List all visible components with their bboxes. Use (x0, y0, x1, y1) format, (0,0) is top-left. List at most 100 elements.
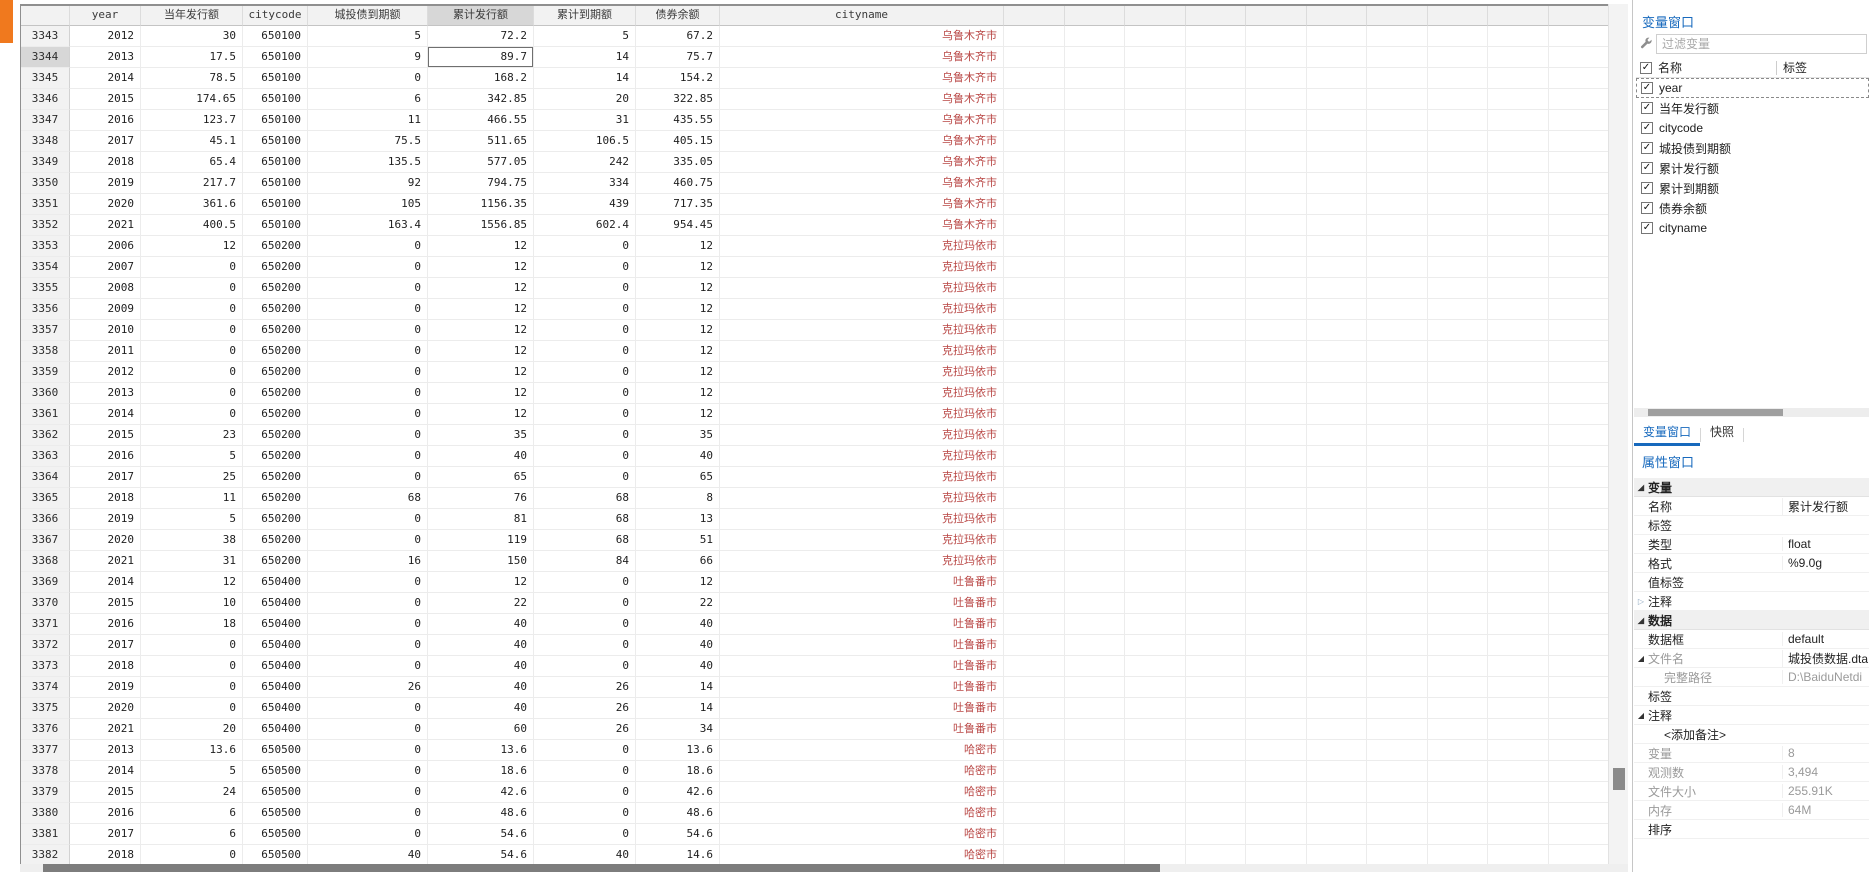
cell[interactable]: 650100 (243, 68, 308, 89)
property-row[interactable]: ◢ 注释 (1634, 706, 1869, 725)
select-all-checkbox[interactable]: ✓ (1640, 61, 1652, 74)
variable-checkbox[interactable]: ✓ (1641, 202, 1653, 214)
cell[interactable]: 0 (534, 572, 636, 593)
variables-hscrollbar[interactable] (1634, 408, 1869, 417)
cell[interactable]: 0 (308, 635, 428, 656)
cell[interactable]: 66 (636, 551, 720, 572)
cell[interactable]: 12 (636, 278, 720, 299)
property-row[interactable]: ▷ 注释 (1634, 592, 1869, 611)
cell[interactable]: 16 (308, 551, 428, 572)
cell[interactable]: 40 (636, 614, 720, 635)
cell[interactable]: 322.85 (636, 89, 720, 110)
cell[interactable]: 650100 (243, 89, 308, 110)
cell[interactable]: 乌鲁木齐市 (720, 194, 1004, 215)
cell[interactable]: 0 (308, 257, 428, 278)
cell[interactable]: 1556.85 (428, 215, 534, 236)
cell[interactable]: 17.5 (141, 47, 243, 68)
variable-checkbox[interactable]: ✓ (1641, 102, 1653, 114)
cell[interactable]: 0 (534, 614, 636, 635)
cell[interactable]: 乌鲁木齐市 (720, 68, 1004, 89)
cell[interactable]: 克拉玛依市 (720, 509, 1004, 530)
cell[interactable]: 0 (308, 68, 428, 89)
cell[interactable]: 24 (141, 782, 243, 803)
variable-item-城投债到期额[interactable]: ✓ 城投债到期额 (1636, 138, 1869, 158)
cell[interactable]: 650100 (243, 194, 308, 215)
cell[interactable]: 361.6 (141, 194, 243, 215)
cell[interactable]: 35 (428, 425, 534, 446)
row-header[interactable]: 3349 (21, 152, 70, 173)
row-header[interactable]: 3344 (21, 47, 70, 68)
cell[interactable]: 0 (141, 677, 243, 698)
cell[interactable]: 650500 (243, 782, 308, 803)
cell[interactable]: 650100 (243, 47, 308, 68)
cell[interactable]: 2018 (70, 845, 141, 866)
panel-splitter[interactable] (1632, 0, 1633, 872)
cell[interactable]: 0 (141, 341, 243, 362)
cell[interactable]: 0 (534, 467, 636, 488)
cell[interactable]: 乌鲁木齐市 (720, 47, 1004, 68)
corner-header-cell[interactable] (21, 6, 70, 26)
cell[interactable]: 460.75 (636, 173, 720, 194)
cell[interactable]: 650200 (243, 278, 308, 299)
cell[interactable]: 650400 (243, 614, 308, 635)
cell[interactable]: 2017 (70, 131, 141, 152)
cell[interactable]: 650400 (243, 719, 308, 740)
cell[interactable]: 40 (428, 446, 534, 467)
cell[interactable]: 31 (534, 110, 636, 131)
row-header[interactable]: 3363 (21, 446, 70, 467)
horizontal-scrollbar-thumb[interactable] (43, 864, 1160, 872)
cell[interactable]: 0 (308, 719, 428, 740)
cell[interactable]: 克拉玛依市 (720, 467, 1004, 488)
cell[interactable]: 0 (141, 362, 243, 383)
cell[interactable]: 650500 (243, 845, 308, 866)
cell[interactable]: 哈密市 (720, 803, 1004, 824)
row-header[interactable]: 3352 (21, 215, 70, 236)
expanded-triangle-icon[interactable]: ◢ (1634, 616, 1648, 625)
property-row[interactable]: 名称 累计发行额 (1634, 497, 1869, 516)
row-header[interactable]: 3351 (21, 194, 70, 215)
row-header[interactable]: 3371 (21, 614, 70, 635)
cell[interactable]: 0 (141, 845, 243, 866)
cell[interactable]: 650500 (243, 824, 308, 845)
cell[interactable]: 12 (636, 362, 720, 383)
cell[interactable]: 2008 (70, 278, 141, 299)
cell[interactable]: 18.6 (636, 761, 720, 782)
cell[interactable]: 30 (141, 26, 243, 47)
cell[interactable]: 26 (308, 677, 428, 698)
cell[interactable]: 20 (141, 719, 243, 740)
cell[interactable]: 650200 (243, 257, 308, 278)
variable-checkbox[interactable]: ✓ (1641, 182, 1653, 194)
cell[interactable]: 65 (636, 467, 720, 488)
cell[interactable]: 22 (636, 593, 720, 614)
expanded-triangle-icon[interactable]: ◢ (1634, 483, 1648, 492)
cell[interactable]: 650200 (243, 404, 308, 425)
cell[interactable]: 25 (141, 467, 243, 488)
cell[interactable]: 2021 (70, 551, 141, 572)
property-row[interactable]: 内存 64M (1634, 801, 1869, 820)
cell[interactable]: 10 (141, 593, 243, 614)
variables-list-header[interactable]: ✓ 名称 标签 (1636, 58, 1869, 78)
cell[interactable]: 6 (141, 803, 243, 824)
cell[interactable]: 12 (636, 341, 720, 362)
row-header[interactable]: 3367 (21, 530, 70, 551)
cell[interactable]: 163.4 (308, 215, 428, 236)
cell[interactable]: 0 (308, 761, 428, 782)
property-value[interactable]: default (1782, 632, 1869, 646)
cell[interactable]: 12 (428, 383, 534, 404)
cell[interactable]: 2017 (70, 467, 141, 488)
property-row[interactable]: ◢ 文件名 城投债数据.dta (1634, 649, 1869, 668)
cell[interactable]: 0 (534, 425, 636, 446)
row-header[interactable]: 3378 (21, 761, 70, 782)
cell[interactable]: 334 (534, 173, 636, 194)
cell[interactable]: 克拉玛依市 (720, 362, 1004, 383)
cell[interactable]: 400.5 (141, 215, 243, 236)
row-header[interactable]: 3353 (21, 236, 70, 257)
cell[interactable]: 65 (428, 467, 534, 488)
property-row[interactable]: 标签 (1634, 516, 1869, 535)
cell[interactable]: 35 (636, 425, 720, 446)
cell[interactable]: 40 (428, 614, 534, 635)
cell[interactable]: 0 (534, 782, 636, 803)
cell[interactable]: 119 (428, 530, 534, 551)
cell[interactable]: 92 (308, 173, 428, 194)
cell[interactable]: 9 (308, 47, 428, 68)
